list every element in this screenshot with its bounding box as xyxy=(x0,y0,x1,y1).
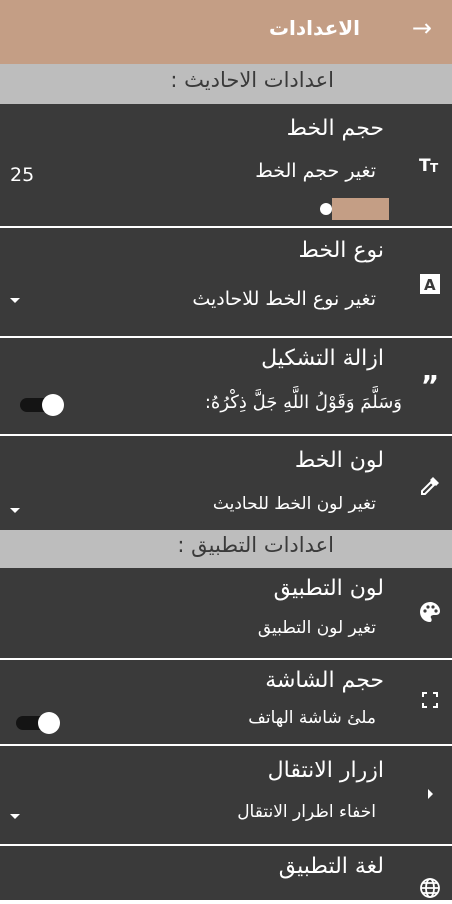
setting-app-color[interactable]: لون التطبيق تغير لون التطبيق xyxy=(0,568,452,658)
palette-icon xyxy=(418,600,442,624)
section-header-hadith: اعدادات الاحاديث : xyxy=(0,64,452,104)
font-size-slider[interactable] xyxy=(332,198,389,220)
setting-subtitle: تغير نوع الخط للاحاديث xyxy=(192,288,376,310)
dropdown-caret-icon[interactable] xyxy=(10,508,20,513)
font-icon: A xyxy=(418,272,442,296)
setting-title: حجم الخط xyxy=(286,116,384,141)
setting-title: لون التطبيق xyxy=(273,576,384,601)
setting-title: لغة التطبيق xyxy=(278,854,384,879)
toggle-knob xyxy=(38,712,60,734)
setting-screen-size[interactable]: حجم الشاشة ملئ شاشة الهاتف xyxy=(0,660,452,744)
slider-thumb[interactable] xyxy=(320,203,332,215)
setting-remove-diacritics[interactable]: ازالة التشكيل وَسَلَّمَ وَقَوْلُ اللَّهِ… xyxy=(0,338,452,434)
setting-title: حجم الشاشة xyxy=(265,668,384,693)
section-header-app: اعدادات التطبيق : xyxy=(0,530,452,568)
setting-title: نوع الخط xyxy=(298,238,384,263)
toggle-knob xyxy=(42,394,64,416)
section-title-hadith: اعدادات الاحاديث : xyxy=(170,68,334,92)
setting-font-type[interactable]: نوع الخط تغير نوع الخط للاحاديث A xyxy=(0,228,452,336)
svg-text:A: A xyxy=(424,276,436,294)
eyedropper-icon xyxy=(418,474,442,498)
dropdown-caret-icon[interactable] xyxy=(10,298,20,303)
fullscreen-toggle[interactable] xyxy=(16,712,60,734)
quote-icon: ” xyxy=(420,369,440,402)
arrow-right-icon[interactable]: → xyxy=(412,14,432,42)
setting-subtitle: اخفاء اظرار الانتقال xyxy=(237,802,376,822)
chevron-right-icon xyxy=(418,782,442,806)
setting-subtitle: ملئ شاشة الهاتف xyxy=(248,708,376,728)
setting-subtitle: وَسَلَّمَ وَقَوْلُ اللَّهِ جَلَّ ذِكْرُه… xyxy=(204,392,402,413)
setting-subtitle: تغير لون الخط للحاديث xyxy=(212,494,376,514)
setting-title: ازالة التشكيل xyxy=(261,346,384,371)
section-title-app: اعدادات التطبيق : xyxy=(177,533,334,557)
text-size-icon: TT xyxy=(418,152,442,176)
svg-text:T: T xyxy=(430,161,439,175)
font-size-value: 25 xyxy=(10,164,35,186)
setting-subtitle: تغير لون التطبيق xyxy=(257,618,376,638)
setting-title: لون الخط xyxy=(294,448,384,473)
setting-nav-buttons[interactable]: ازرار الانتقال اخفاء اظرار الانتقال xyxy=(0,746,452,844)
remove-diacritics-toggle[interactable] xyxy=(20,394,64,416)
setting-font-color[interactable]: لون الخط تغير لون الخط للحاديث xyxy=(0,436,452,530)
dropdown-caret-icon[interactable] xyxy=(10,814,20,819)
app-bar: → الاعدادات xyxy=(0,0,452,64)
setting-title: ازرار الانتقال xyxy=(267,758,384,783)
setting-app-language[interactable]: لغة التطبيق xyxy=(0,846,452,900)
setting-subtitle: تغير حجم الخط xyxy=(255,160,376,182)
globe-icon xyxy=(418,876,442,900)
setting-font-size[interactable]: حجم الخط تغير حجم الخط 25 TT xyxy=(0,104,452,226)
page-title: الاعدادات xyxy=(268,16,360,40)
fullscreen-icon xyxy=(418,688,442,712)
